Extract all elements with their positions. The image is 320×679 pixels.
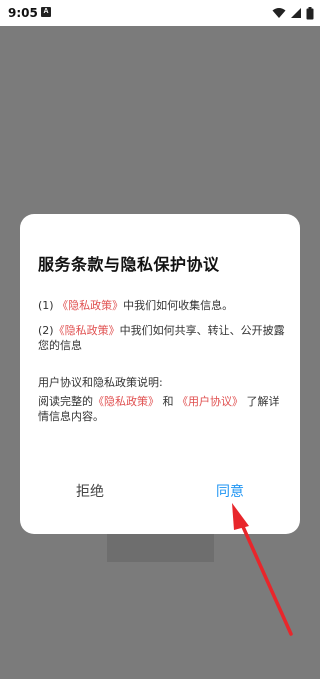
dialog-body: (1) 《隐私政策》中我们如何收集信息。 (2)《隐私政策》中我们如何共享、转让… [38,298,286,434]
privacy-policy-link-3[interactable]: 《隐私政策》 [93,395,159,408]
item-2-prefix: (2) [38,324,54,337]
item-1: (1) 《隐私政策》中我们如何收集信息。 [38,298,286,313]
notification-icon: A [41,7,51,17]
status-time: 9:05 [8,6,38,20]
wifi-icon [272,8,286,18]
explain-text: 阅读完整的《隐私政策》 和 《用户协议》 了解详情信息内容。 [38,394,286,424]
battery-icon [306,6,314,19]
explain-and: 和 [162,395,174,408]
agree-button[interactable]: 同意 [216,482,244,502]
cellular-signal-icon [291,8,301,18]
privacy-dialog: 服务条款与隐私保护协议 (1) 《隐私政策》中我们如何收集信息。 (2)《隐私政… [20,214,300,534]
status-icons [272,5,314,21]
privacy-policy-link[interactable]: 《隐私政策》 [57,299,123,312]
explain-prefix: 阅读完整的 [38,395,93,408]
status-bar: 9:05 A [0,0,320,26]
explain-heading: 用户协议和隐私政策说明: [38,376,163,389]
refuse-button[interactable]: 拒绝 [76,482,104,502]
user-agreement-link[interactable]: 《用户协议》 [177,395,243,408]
item-1-text: 中我们如何收集信息。 [123,299,234,312]
item-1-prefix: (1) [38,299,54,312]
item-2: (2)《隐私政策》中我们如何共享、转让、公开披露您的信息 [38,323,286,353]
privacy-policy-link-2[interactable]: 《隐私政策》 [54,324,120,337]
dialog-title: 服务条款与隐私保护协议 [38,255,220,274]
